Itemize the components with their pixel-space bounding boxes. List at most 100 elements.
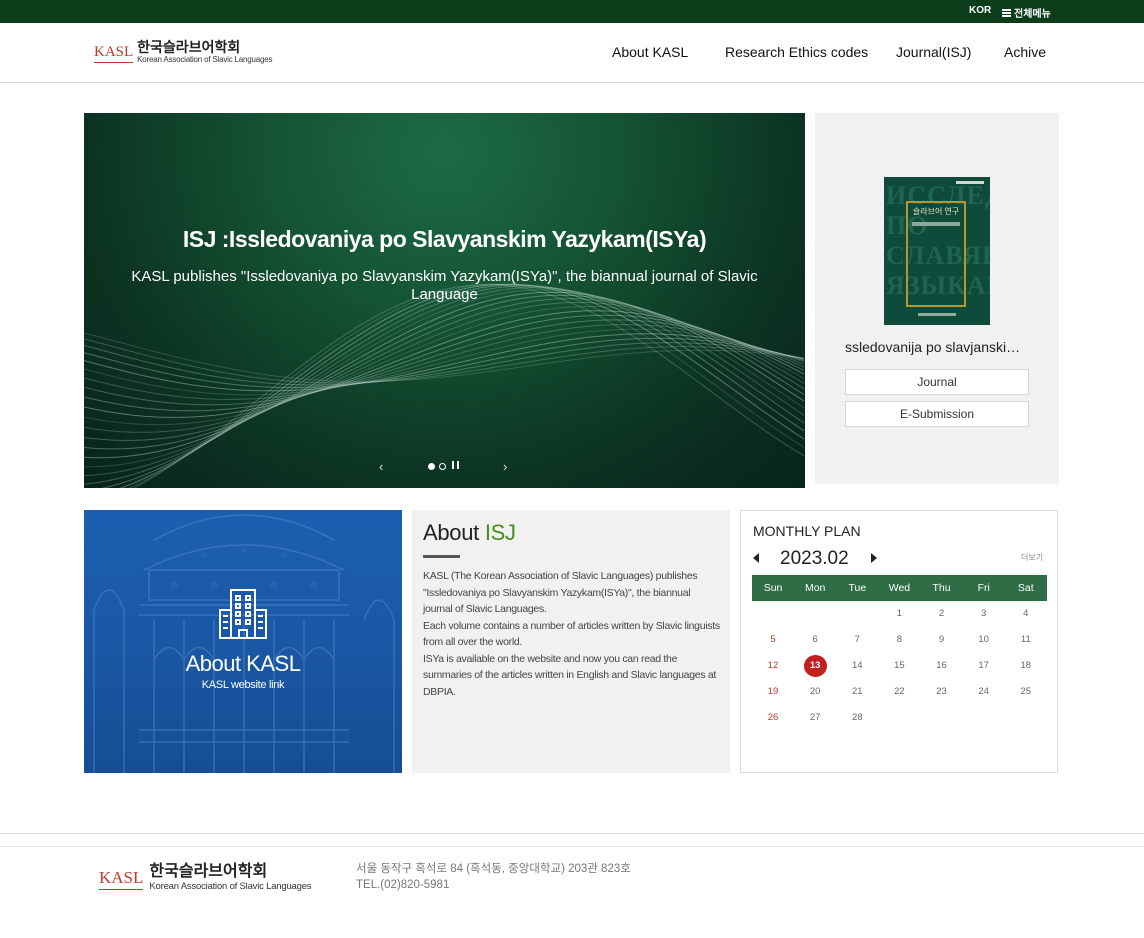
calendar-day[interactable]: 21 (836, 681, 878, 707)
nav-research-ethics[interactable]: Research Ethics codes (725, 44, 868, 60)
calendar-day[interactable]: 12 (752, 655, 794, 681)
calendar-day[interactable]: 28 (836, 707, 878, 733)
site-logo[interactable]: KASL 한국슬라브어학회 Korean Association of Slav… (94, 39, 273, 65)
calendar-day[interactable]: 4 (1005, 603, 1047, 629)
footer-address: 서울 동작구 흑석로 84 (흑석동, 중앙대학교) 203관 823호 (356, 863, 631, 875)
about-isj-paragraph: KASL (The Korean Association of Slavic L… (423, 570, 698, 615)
all-menu-button[interactable]: 전체메뉴 (1002, 5, 1051, 20)
monthly-plan-calendar: MONTHLY PLAN 2023.02 더보기 Sun Mon Tue Wed Thu… (740, 510, 1058, 773)
logo-name-kr: 한국슬라브어학회 (137, 39, 241, 55)
calendar-day (752, 603, 794, 629)
footer-logo-name-en: Korean Association of Slavic Languages (149, 881, 312, 892)
footer-logo: KASL 한국슬라브어학회 Korean Association of Slav… (99, 862, 312, 893)
banner-prev-arrow-icon[interactable]: ‹ (379, 459, 383, 474)
banner-subtitle: KASL publishes "Issledovaniya po Slavyan… (131, 268, 758, 303)
church-dome-background (93, 514, 395, 773)
calendar-day[interactable]: 18 (1005, 655, 1047, 681)
calendar-year-month: 2023.02 (780, 548, 849, 569)
calendar-week-row: 1234 (752, 603, 1047, 629)
logo-mark: KASL (94, 44, 134, 63)
about-isj-paragraph: ISYa is available on the website and now… (423, 652, 717, 698)
main-banner-slider: ISJ :Issledovaniya po Slavyanskim Yazyka… (84, 113, 805, 488)
calendar-week-row: 12 13 14 15 16 17 18 (752, 655, 1047, 681)
banner-next-arrow-icon[interactable]: › (503, 459, 507, 474)
weekday-label: Sun (763, 582, 783, 594)
footer-logo-name-kr: 한국슬라브어학회 (149, 863, 268, 880)
calendar-day[interactable]: 26 (752, 707, 794, 733)
calendar-day[interactable]: 8 (878, 629, 920, 655)
pause-icon[interactable] (452, 461, 459, 469)
nav-about-kasl[interactable]: About KASL (612, 44, 688, 60)
banner-title: ISJ :Issledovaniya po Slavyanskim Yazyka… (182, 226, 707, 252)
monthly-plan-title: MONTHLY PLAN (753, 523, 861, 539)
about-isj-card: About ISJ KASL (The Korean Association o… (412, 510, 730, 773)
about-kasl-title: About KASL (185, 651, 301, 676)
calendar-day[interactable]: 24 (963, 681, 1005, 707)
about-isj-paragraph: Each volume contains a number of article… (423, 619, 720, 649)
prev-month-arrow-icon[interactable] (753, 553, 759, 563)
calendar-day[interactable]: 17 (963, 655, 1005, 681)
calendar-day[interactable]: 19 (752, 681, 794, 707)
calendar-week-row: 26 27 28 (752, 707, 1047, 733)
kasl-website-link[interactable]: KASL website link (84, 679, 402, 691)
building-icon (219, 589, 267, 639)
site-header: KASL 한국슬라브어학회 Korean Association of Slav… (0, 23, 1144, 83)
calendar-day (878, 707, 920, 733)
calendar-day[interactable]: 25 (1005, 681, 1047, 707)
hamburger-icon (1002, 8, 1011, 17)
calendar-day[interactable]: 5 (752, 629, 794, 655)
calendar-day[interactable]: 20 (794, 681, 836, 707)
calendar-day[interactable]: 3 (963, 603, 1005, 629)
weekday-label: Thu (932, 582, 951, 594)
journal-cover-image[interactable]: ИССЛЕДОВАНИЯ ПО СЛАВЯНСК ЯЗЫКАМ 슬라브어 연구 (884, 177, 990, 325)
calendar-day[interactable]: 15 (878, 655, 920, 681)
calendar-day[interactable]: 10 (963, 629, 1005, 655)
calendar-day[interactable]: 6 (794, 629, 836, 655)
top-utility-bar: KOR 전체메뉴 (0, 0, 1144, 23)
cover-title: 슬라브어 연구 (912, 207, 960, 216)
calendar-day[interactable]: 22 (878, 681, 920, 707)
weekday-label: Mon (804, 582, 826, 594)
calendar-day[interactable]: 7 (836, 629, 878, 655)
calendar-day[interactable]: 11 (1005, 629, 1047, 655)
about-isj-title-accent: ISJ (484, 520, 516, 545)
weekday-label: Tue (848, 582, 867, 594)
calendar-week-row: 5 6 7 8 9 10 11 (752, 629, 1047, 655)
calendar-day[interactable]: 2 (921, 603, 963, 629)
calendar-day (794, 603, 836, 629)
calendar-day[interactable]: 27 (794, 707, 836, 733)
footer-logo-mark: KASL (99, 868, 144, 890)
calendar-day (921, 707, 963, 733)
footer-divider (0, 846, 1144, 847)
journal-box: ИССЛЕДОВАНИЯ ПО СЛАВЯНСК ЯЗЫКАМ 슬라브어 연구 … (815, 113, 1059, 484)
calendar-week-row: 19 20 21 22 23 24 25 (752, 681, 1047, 707)
calendar-day[interactable]: 9 (921, 629, 963, 655)
journal-button[interactable]: Journal (845, 369, 1029, 395)
logo-name-en: Korean Association of Slavic Languages (137, 55, 273, 64)
weekday-label: Fri (977, 582, 990, 594)
nav-archive[interactable]: Achive (1004, 44, 1046, 60)
calendar-day[interactable]: 14 (836, 655, 878, 681)
weekday-label: Sat (1017, 582, 1034, 594)
calendar-day-today[interactable]: 13 (794, 655, 836, 681)
all-menu-label: 전체메뉴 (1014, 9, 1051, 20)
slide-dot-active[interactable] (428, 463, 435, 470)
footer-contact: 서울 동작구 흑석로 84 (흑석동, 중앙대학교) 203관 823호 TEL… (356, 861, 631, 893)
nav-journal[interactable]: Journal(ISJ) (896, 44, 971, 60)
about-kasl-card[interactable]: About KASL KASL website link (84, 510, 402, 773)
calendar-day (1005, 707, 1047, 733)
journal-title: ssledovanija po slavjanskim jazykam (845, 339, 1029, 355)
calendar-day[interactable]: 1 (878, 603, 920, 629)
calendar-day[interactable]: 23 (921, 681, 963, 707)
calendar-day[interactable]: 16 (921, 655, 963, 681)
footer-divider (0, 833, 1144, 834)
e-submission-button[interactable]: E-Submission (845, 401, 1029, 427)
slide-dot[interactable] (439, 463, 446, 470)
language-switch[interactable]: KOR (969, 5, 991, 16)
about-isj-title: About ISJ (423, 520, 516, 545)
about-isj-text: KASL (The Korean Association of Slavic L… (423, 568, 721, 700)
title-divider (423, 555, 460, 558)
calendar-weekday-header: Sun Mon Tue Wed Thu Fri Sat (752, 575, 1047, 601)
more-link[interactable]: 더보기 (1021, 552, 1043, 563)
next-month-arrow-icon[interactable] (871, 553, 877, 563)
